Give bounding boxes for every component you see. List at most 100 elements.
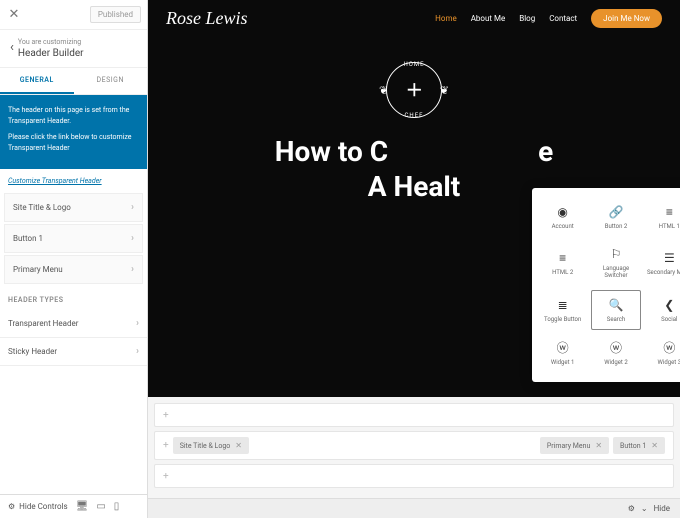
picker-label: HTML 2: [552, 269, 573, 276]
notice-panel: The header on this page is set from the …: [0, 95, 147, 169]
sidebar-topbar: ✕ Published: [0, 0, 147, 30]
nav-home[interactable]: Home: [435, 14, 457, 23]
sidebar-item-button1[interactable]: Button 1›: [4, 224, 143, 253]
picker-label: Widget 1: [551, 359, 575, 366]
hide-button[interactable]: Hide: [654, 504, 670, 513]
nav-about[interactable]: About Me: [471, 14, 506, 23]
nav-blog[interactable]: Blog: [519, 14, 535, 23]
remove-icon[interactable]: ✕: [235, 441, 242, 450]
page-title: Header Builder: [18, 48, 84, 59]
add-icon[interactable]: +: [163, 471, 169, 482]
chevron-right-icon: ›: [136, 318, 139, 329]
share-icon: ❮: [664, 297, 674, 313]
picker-label: Language Switcher: [593, 265, 638, 279]
picker-language-switcher[interactable]: ⚐ Language Switcher: [591, 240, 640, 285]
chip-site-title[interactable]: Site Title & Logo ✕: [173, 437, 249, 454]
picker-label: Toggle Button: [544, 316, 581, 323]
sidebar-item-label: Site Title & Logo: [13, 203, 71, 212]
chevron-right-icon: ›: [131, 264, 134, 275]
chip-label: Site Title & Logo: [180, 442, 231, 450]
wp-icon: ⓦ: [557, 340, 569, 356]
add-icon[interactable]: +: [163, 440, 169, 451]
add-icon[interactable]: +: [163, 410, 169, 421]
picker-button-2[interactable]: 🔗 Button 2: [591, 198, 640, 236]
join-button[interactable]: Join Me Now: [591, 9, 662, 28]
picker-account[interactable]: ◉Account: [538, 198, 587, 236]
picker-widget-2[interactable]: ⓦ Widget 2: [591, 334, 640, 372]
picker-label: Widget 3: [658, 359, 680, 366]
picker-label: Search: [607, 316, 625, 323]
chip-button1[interactable]: Button 1 ✕: [613, 437, 665, 454]
remove-icon[interactable]: ✕: [595, 441, 602, 450]
sidebar-item-site-title[interactable]: Site Title & Logo ›: [4, 193, 143, 222]
sidebar-item-transparent-header[interactable]: Transparent Header ›: [0, 310, 147, 338]
picker-html-1[interactable]: ≡ HTML 1: [645, 198, 680, 236]
chip-primary-menu[interactable]: Primary Menu ✕: [540, 437, 609, 454]
chevron-right-icon: ›: [131, 233, 134, 244]
picker-social[interactable]: ❮ Social: [645, 290, 680, 330]
picker-search[interactable]: 🔍 Search: [591, 290, 640, 330]
picker-label: Social: [661, 316, 677, 323]
tabs: GENERAL DESIGN: [0, 68, 147, 95]
tablet-icon[interactable]: ▭: [96, 501, 105, 512]
hero-text: How to C: [275, 135, 388, 168]
site-header: Rose Lewis Home About Me Blog Contact Jo…: [148, 0, 680, 37]
mobile-icon[interactable]: ▯: [114, 501, 120, 512]
account-icon: ◉: [557, 204, 567, 220]
wp-icon: ⓦ: [610, 340, 622, 356]
gear-icon[interactable]: ⚙: [8, 502, 15, 511]
badge-bottom-text: CHEF: [405, 112, 424, 119]
site-logo[interactable]: Rose Lewis: [166, 8, 248, 29]
header-builder-rows: + + Site Title & Logo ✕ Primary Menu ✕ But…: [148, 397, 680, 498]
lang-icon: ⚐: [611, 246, 622, 262]
search-icon: 🔍: [609, 297, 624, 313]
element-picker-popover: ◉Account 🔗 Button 2 ≡ HTML 1 ≡ HTML 2 ⚐ Language…: [532, 188, 680, 382]
preview-footer: ⚙ ⌄ Hide: [148, 498, 680, 518]
builder-row-bottom[interactable]: +: [154, 464, 674, 488]
primary-nav: Home About Me Blog Contact Join Me Now: [435, 9, 662, 28]
link-icon: 🔗: [609, 204, 624, 220]
sidebar-item-primary-menu[interactable]: Primary Menu›: [4, 255, 143, 284]
builder-row-main[interactable]: + Site Title & Logo ✕ Primary Menu ✕ Butto…: [154, 431, 674, 460]
hero-text: A Healt: [368, 170, 461, 203]
hide-controls-button[interactable]: Hide Controls: [19, 502, 67, 511]
tab-design[interactable]: DESIGN: [74, 68, 148, 94]
sidebar-item-sticky-header[interactable]: Sticky Header›: [0, 338, 147, 366]
nav-contact[interactable]: Contact: [549, 14, 577, 23]
menu-icon: ☰: [664, 250, 675, 266]
wheat-icon: ❦: [440, 84, 449, 97]
notice-line: Please click the link below to customize…: [8, 132, 139, 153]
publish-status[interactable]: Published: [90, 6, 141, 23]
chip-label: Primary Menu: [547, 442, 590, 450]
desktop-icon[interactable]: 🖥: [76, 501, 89, 512]
back-button[interactable]: ‹: [6, 38, 18, 57]
main-area: Rose Lewis Home About Me Blog Contact Jo…: [148, 0, 680, 518]
customizer-sidebar: ✕ Published ‹ You are customizing Header…: [0, 0, 148, 518]
chevron-down-icon[interactable]: ⌄: [641, 504, 648, 513]
html-icon: ≡: [666, 204, 673, 220]
chevron-right-icon: ›: [131, 202, 134, 213]
chip-label: Button 1: [620, 442, 646, 450]
breadcrumb: ‹ You are customizing Header Builder: [0, 30, 147, 68]
notice-line: The header on this page is set from the …: [8, 105, 139, 126]
gear-icon[interactable]: ⚙: [628, 504, 635, 513]
section-header-types: HEADER TYPES: [0, 286, 147, 310]
picker-label: Widget 2: [604, 359, 628, 366]
picker-secondary-menu[interactable]: ☰ Secondary Menu: [645, 240, 680, 285]
sidebar-item-label: Transparent Header: [8, 319, 78, 328]
picker-label: HTML 1: [659, 223, 680, 230]
hero-text: e: [538, 135, 553, 168]
picker-widget-3[interactable]: ⓦWidget 3: [645, 334, 680, 372]
remove-icon[interactable]: ✕: [651, 441, 658, 450]
html-icon: ≡: [559, 250, 566, 266]
sidebar-item-label: Sticky Header: [8, 347, 57, 356]
picker-html-2[interactable]: ≡ HTML 2: [538, 240, 587, 285]
picker-label: Secondary Menu: [647, 269, 680, 276]
picker-widget-1[interactable]: ⓦ Widget 1: [538, 334, 587, 372]
customize-transparent-link[interactable]: Customize Transparent Header: [0, 169, 147, 193]
picker-toggle-button[interactable]: ≣Toggle Button: [538, 290, 587, 330]
picker-label: Button 2: [605, 223, 628, 230]
close-button[interactable]: ✕: [6, 7, 22, 23]
builder-row-top[interactable]: +: [154, 403, 674, 427]
tab-general[interactable]: GENERAL: [0, 68, 74, 94]
